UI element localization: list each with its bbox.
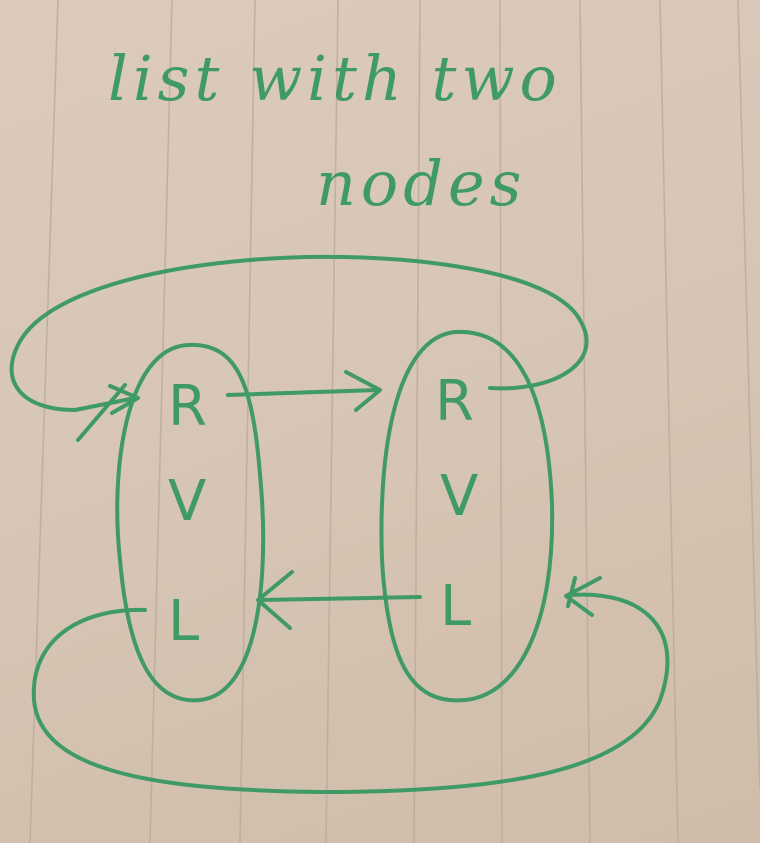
arrow-node1-l-wrap-to-node2-l bbox=[31, 576, 670, 794]
node-1-field-r: R bbox=[168, 374, 207, 439]
node-2-field-r: R bbox=[435, 369, 474, 434]
arrow-node2-l-to-node1-l bbox=[256, 570, 422, 630]
node-1-field-v: V bbox=[168, 469, 206, 534]
diagram-canvas: list with two nodes R V L R V L bbox=[9, 0, 760, 843]
title-line-2: nodes bbox=[316, 147, 526, 220]
node-2-field-l: L bbox=[440, 574, 471, 639]
title-line-1: list with two bbox=[108, 42, 562, 115]
node-2-field-v: V bbox=[440, 464, 478, 529]
notebook-paper: list with two nodes R V L R V L bbox=[0, 0, 760, 843]
node-1-field-l: L bbox=[168, 589, 199, 654]
